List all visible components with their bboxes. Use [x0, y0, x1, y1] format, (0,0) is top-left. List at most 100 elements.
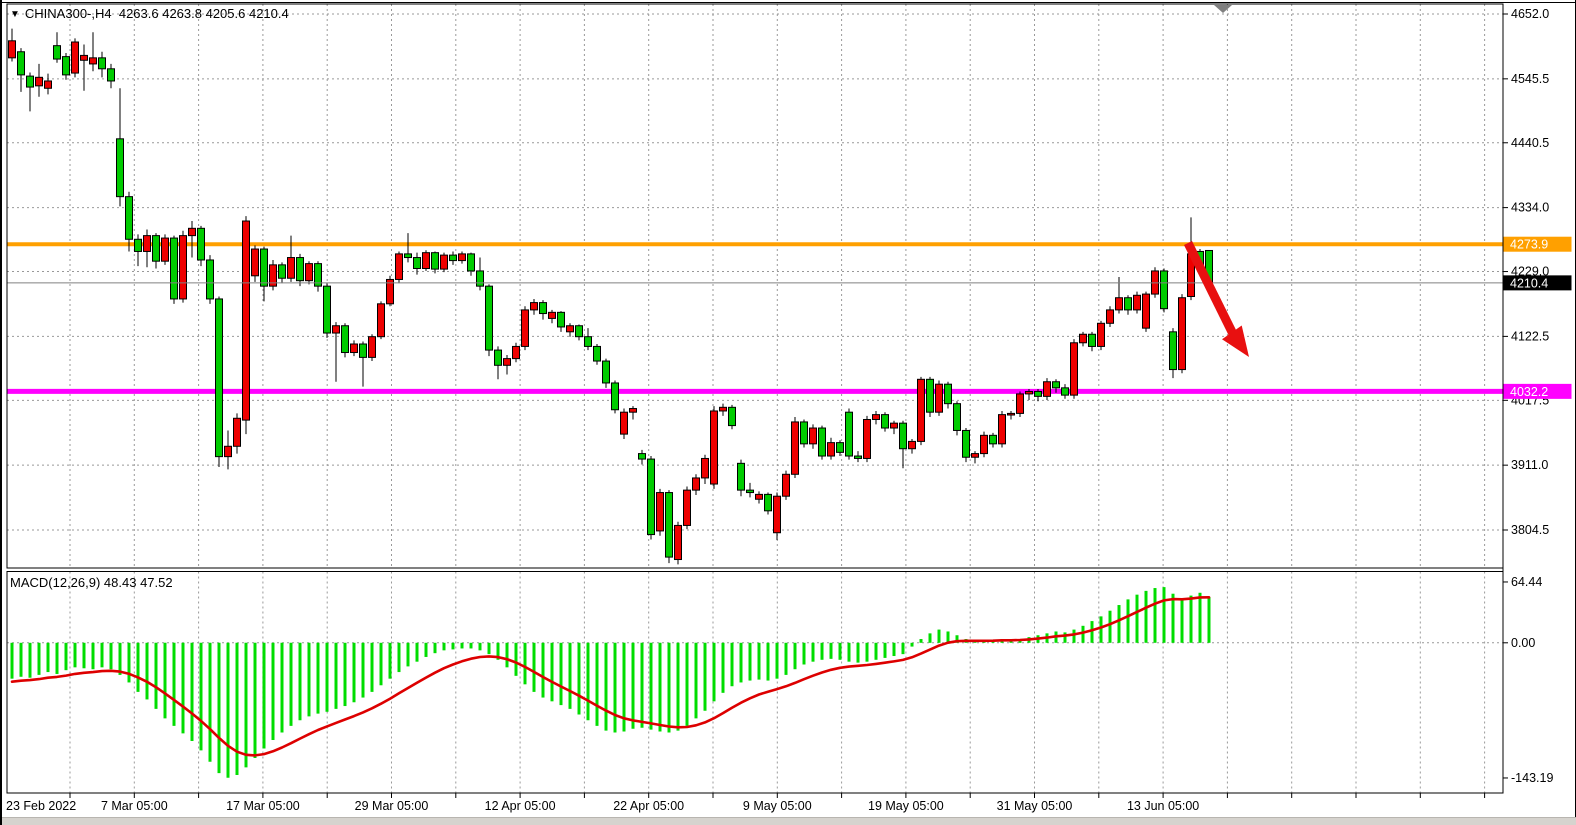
- candle-down: [18, 52, 25, 75]
- candle-up: [1143, 294, 1150, 328]
- candle-up: [81, 55, 88, 60]
- trend-arrow-head[interactable]: [1222, 326, 1249, 357]
- chart-window: 4652.04545.54440.54334.04229.04122.54017…: [0, 0, 1576, 825]
- candle-up: [225, 446, 232, 456]
- candle-down: [585, 337, 592, 347]
- price-axis-label: 4652.0: [1511, 7, 1549, 21]
- candle-down: [324, 286, 331, 333]
- chart-ohlc-values: 4263.6 4263.8 4205.6 4210.4: [119, 6, 289, 21]
- candle-down: [558, 312, 565, 327]
- candle-down: [882, 415, 889, 428]
- candle-up: [693, 478, 700, 490]
- chart-title: ▼ CHINA300-,H4 4263.6 4263.8 4205.6 4210.…: [10, 6, 289, 21]
- candle-up: [531, 303, 538, 310]
- candle-down: [405, 254, 412, 258]
- candle-up: [378, 304, 385, 337]
- time-axis-label: 9 May 05:00: [743, 799, 812, 813]
- price-axis-label: 4334.0: [1511, 201, 1549, 215]
- candle-down: [279, 265, 286, 278]
- candle-up: [72, 42, 79, 73]
- candle-down: [171, 238, 178, 299]
- price-axis-label: 4122.5: [1511, 329, 1549, 343]
- candle-down: [477, 271, 484, 286]
- candle-up: [522, 310, 529, 347]
- price-axis-label: 4545.5: [1511, 72, 1549, 86]
- candle-down: [153, 236, 160, 262]
- candle-up: [720, 407, 727, 411]
- candle-down: [927, 379, 934, 412]
- candle-up: [909, 441, 916, 448]
- candle-up: [630, 409, 637, 413]
- candle-down: [765, 494, 772, 510]
- candle-down: [576, 326, 583, 337]
- candle-up: [252, 249, 259, 276]
- candle-up: [711, 411, 718, 484]
- candle-down: [594, 346, 601, 361]
- candle-down: [540, 303, 547, 314]
- candle-up: [369, 337, 376, 358]
- time-axis-label: 7 Mar 05:00: [101, 799, 168, 813]
- candle-up: [621, 412, 628, 434]
- candle-up: [1098, 323, 1105, 346]
- candle-down: [666, 493, 673, 558]
- candle-up: [999, 415, 1006, 444]
- chart-canvas[interactable]: 4652.04545.54440.54334.04229.04122.54017…: [2, 0, 1576, 825]
- candle-up: [162, 238, 169, 261]
- candle-up: [981, 435, 988, 453]
- last-bar-marker-icon: [1214, 5, 1232, 13]
- candle-up: [423, 253, 430, 269]
- status-strip: [2, 817, 1576, 825]
- candle-up: [567, 326, 574, 332]
- candle-up: [774, 496, 781, 533]
- candle-up: [684, 490, 691, 525]
- candle-down: [990, 435, 997, 444]
- candle-down: [216, 299, 223, 457]
- candle-up: [36, 77, 43, 86]
- candle-down: [747, 490, 754, 492]
- time-axis-label: 29 Mar 05:00: [355, 799, 429, 813]
- candle-up: [1080, 334, 1087, 343]
- candle-up: [783, 474, 790, 496]
- candle-down: [261, 249, 268, 286]
- symbol-dropdown-icon[interactable]: ▼: [10, 9, 20, 20]
- candle-down: [954, 404, 961, 431]
- candle-up: [675, 525, 682, 559]
- candle-down: [495, 350, 502, 365]
- chart-symbol-period: CHINA300-,H4: [25, 6, 112, 21]
- candle-up: [1179, 298, 1186, 370]
- candle-down: [1161, 271, 1168, 309]
- candle-up: [459, 254, 466, 261]
- macd-axis-label: 64.44: [1511, 575, 1542, 589]
- candle-up: [873, 415, 880, 420]
- candle-up: [1026, 391, 1033, 393]
- candle-down: [963, 430, 970, 457]
- candle-up: [9, 41, 16, 58]
- time-axis-label: 12 Apr 05:00: [485, 799, 556, 813]
- candle-up: [288, 258, 295, 279]
- time-axis-label: 22 Apr 05:00: [613, 799, 684, 813]
- candle-down: [603, 361, 610, 383]
- candle-down: [54, 46, 61, 59]
- candle-up: [1071, 343, 1078, 395]
- candle-up: [1017, 394, 1024, 413]
- candle-down: [198, 228, 205, 260]
- candle-up: [1008, 413, 1015, 415]
- candle-up: [396, 254, 403, 280]
- candle-down: [738, 463, 745, 490]
- candle-down: [855, 456, 862, 458]
- time-axis-label: 19 May 05:00: [868, 799, 944, 813]
- candle-up: [972, 454, 979, 458]
- candle-down: [486, 286, 493, 350]
- candle-down: [1062, 388, 1069, 395]
- candle-down: [1053, 382, 1060, 388]
- candle-up: [702, 458, 709, 477]
- candle-down: [639, 454, 646, 459]
- macd-panel-border: [7, 572, 1503, 794]
- candle-up: [657, 493, 664, 531]
- candle-up: [1134, 295, 1141, 310]
- time-axis-label: 31 May 05:00: [997, 799, 1073, 813]
- candle-up: [1044, 382, 1051, 397]
- candle-down: [612, 383, 619, 410]
- candle-up: [441, 255, 448, 269]
- candle-down: [414, 258, 421, 269]
